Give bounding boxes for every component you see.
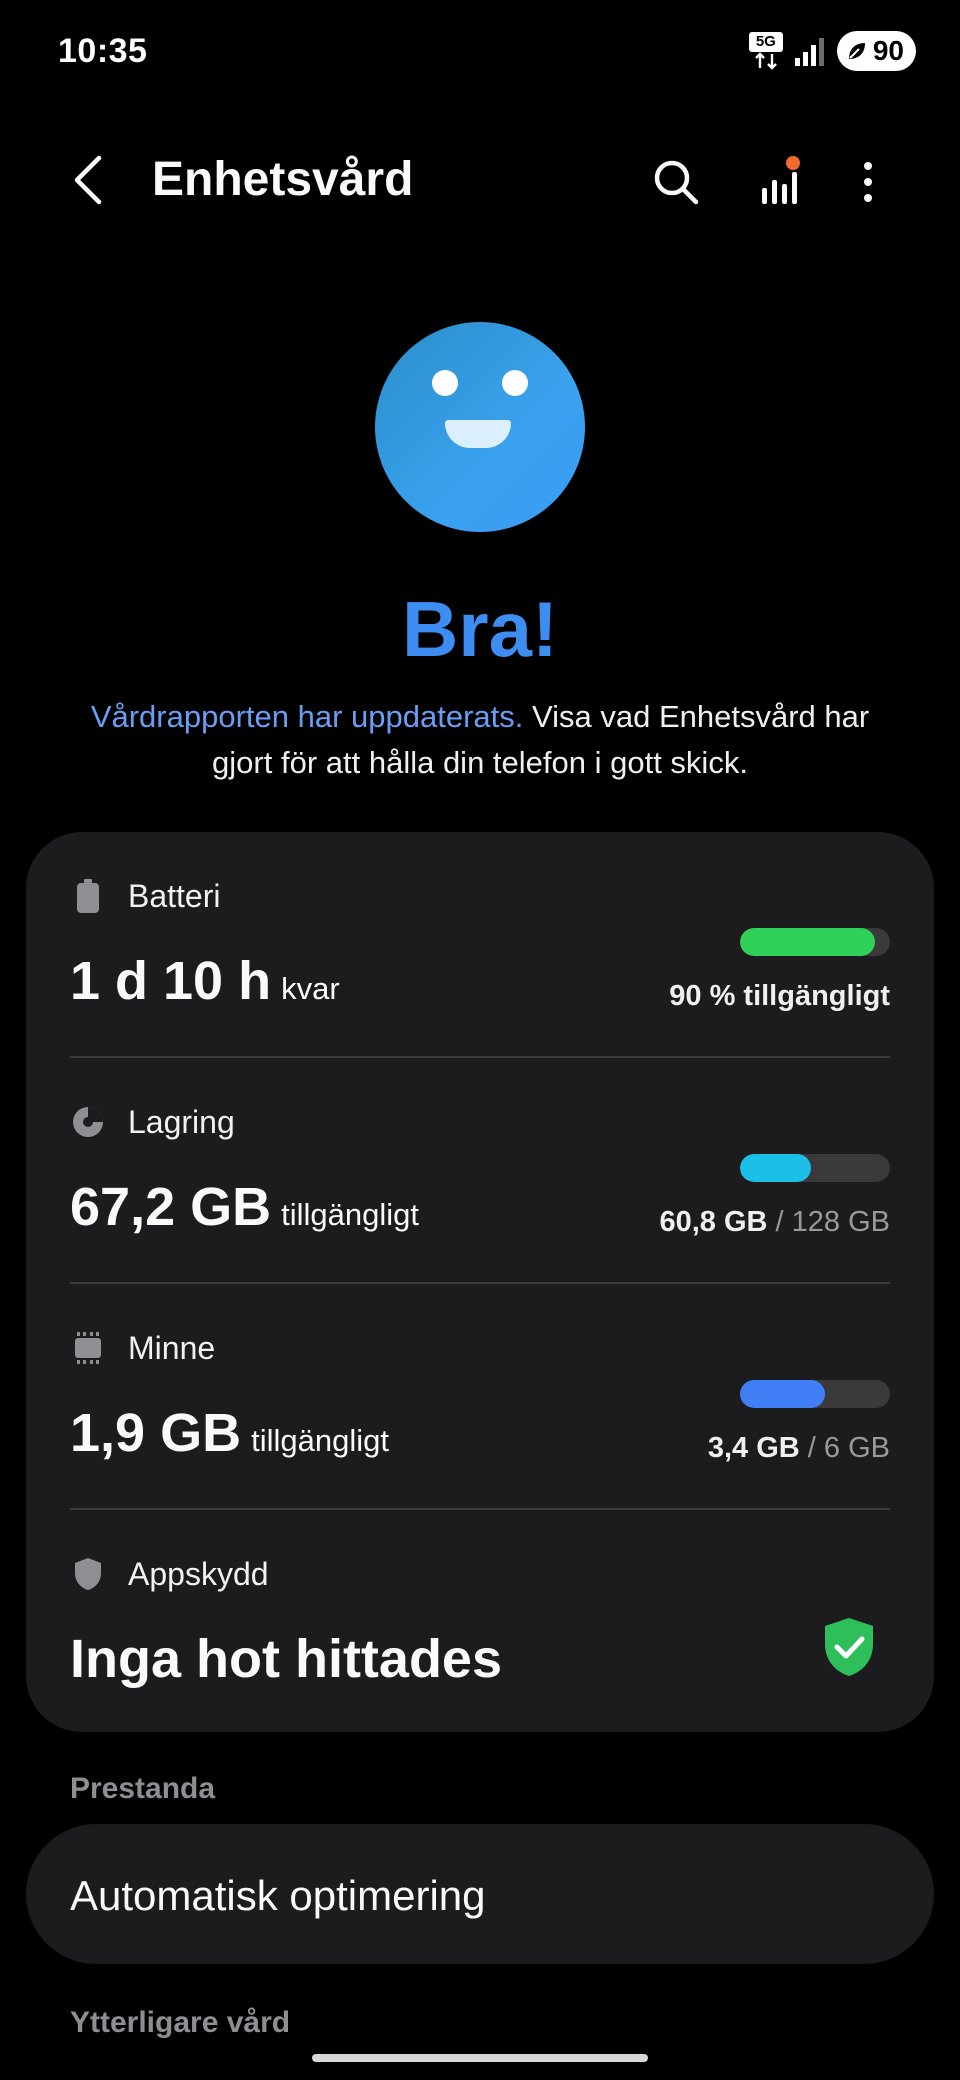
memory-available: 1,9 GB tillgängligt: [70, 1403, 389, 1463]
status-title: Bra!: [401, 585, 559, 673]
back-arrow-icon: [74, 155, 102, 205]
app-protection-row[interactable]: Appskydd Inga hot hittades: [70, 1510, 890, 1736]
page-title: Enhetsvård: [152, 153, 414, 206]
network-5g-icon: 5G: [748, 32, 783, 70]
memory-row[interactable]: Minne 1,9 GB tillgängligt 3,4 GB / 6 GB: [70, 1284, 890, 1510]
memory-usage: 3,4 GB / 6 GB: [707, 1432, 890, 1464]
status-face-icon: [375, 322, 585, 532]
memory-chip-icon: [70, 1330, 106, 1366]
care-report-link[interactable]: Vårdrapporten har uppdaterats.: [91, 699, 524, 734]
storage-row[interactable]: Lagring 67,2 GB tillgängligt 60,8 GB / 12…: [70, 1058, 890, 1284]
battery-icon: [70, 878, 106, 914]
storage-bar: [740, 1154, 890, 1182]
search-icon: [654, 160, 699, 205]
memory-label: Minne: [128, 1329, 216, 1366]
status-bar: 10:35 5G 90: [0, 0, 960, 100]
storage-label: Lagring: [128, 1103, 235, 1140]
section-header-performance: Prestanda: [70, 1772, 216, 1805]
storage-available: 67,2 GB tillgängligt: [70, 1177, 419, 1237]
more-vertical-icon: [864, 162, 872, 202]
leaf-icon: [848, 43, 865, 59]
status-time: 10:35: [58, 32, 148, 70]
summary-card: Batteri 1 d 10 h kvar 90 % tillgängligt L…: [26, 832, 934, 1732]
face-right-eye: [502, 370, 528, 396]
app-header: Enhetsvård: [0, 130, 960, 230]
notification-dot: [786, 156, 800, 170]
home-indicator[interactable]: [312, 2054, 648, 2062]
battery-bar: [740, 928, 890, 956]
search-button[interactable]: [644, 150, 708, 214]
status-icons: 5G 90: [748, 30, 916, 72]
battery-indicator: 90: [836, 31, 916, 71]
section-header-more-care: Ytterligare vård: [70, 2006, 291, 2039]
pie-chart-icon: [70, 1104, 106, 1140]
face-left-eye: [432, 370, 458, 396]
battery-level: 90: [872, 35, 904, 66]
memory-bar: [740, 1380, 890, 1408]
battery-status: 90 % tillgängligt: [669, 980, 890, 1012]
storage-usage: 60,8 GB / 128 GB: [659, 1206, 890, 1238]
battery-row[interactable]: Batteri 1 d 10 h kvar 90 % tillgängligt: [70, 832, 890, 1058]
battery-remaining: 1 d 10 h kvar: [70, 951, 340, 1011]
signal-icon: [794, 38, 824, 66]
back-button[interactable]: [58, 150, 118, 210]
shield-check-icon: [825, 1618, 873, 1676]
shield-icon: [70, 1556, 106, 1592]
battery-label: Batteri: [128, 877, 221, 914]
auto-optimize-label: Automatisk optimering: [70, 1872, 486, 1919]
app-protection-label: Appskydd: [128, 1555, 269, 1592]
face-mouth: [445, 420, 511, 448]
app-protection-status: Inga hot hittades: [70, 1629, 502, 1689]
report-button[interactable]: [748, 150, 812, 214]
more-options-button[interactable]: [836, 150, 900, 214]
status-description: Vårdrapporten har uppdaterats. Visa vad …: [70, 694, 890, 786]
auto-optimize-item[interactable]: Automatisk optimering: [26, 1824, 934, 1964]
